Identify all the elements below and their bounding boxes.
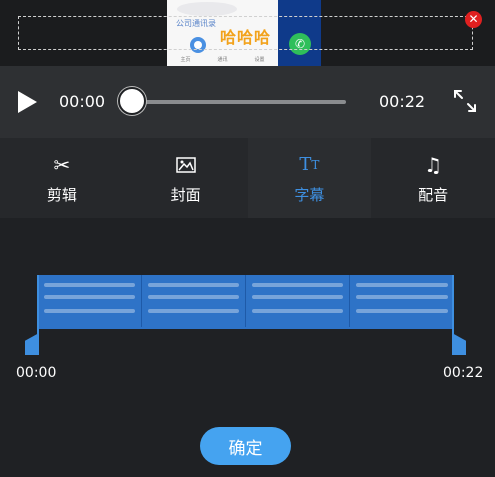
- trim-handle-end[interactable]: [452, 275, 466, 355]
- timeline-thumbnail: [350, 275, 454, 327]
- trim-handle-start[interactable]: [25, 275, 39, 355]
- subtitle-text[interactable]: 哈哈哈: [220, 24, 271, 48]
- tab-dubbing[interactable]: ♫ 配音: [371, 138, 495, 218]
- timeline-strip[interactable]: [38, 275, 454, 327]
- frame-tab: 通讯: [217, 57, 228, 63]
- frame-tab: 主页: [180, 57, 191, 63]
- video-preview[interactable]: 公司通讯录 主页 通讯 设置 ✆ 哈哈哈 ✕: [0, 0, 495, 66]
- tab-label: 剪辑: [46, 185, 77, 204]
- total-time: 00:22: [379, 92, 426, 111]
- timeline-end-time: 00:22: [443, 365, 484, 381]
- tab-cut[interactable]: ✂ 剪辑: [0, 138, 124, 218]
- fullscreen-icon[interactable]: [452, 88, 478, 114]
- progress-knob[interactable]: [118, 87, 146, 115]
- tab-cover[interactable]: 封面: [123, 138, 248, 218]
- frame-tab-bar: 主页 通讯 设置: [167, 56, 278, 63]
- timeline-thumbnail: [38, 275, 142, 327]
- timeline-thumbnail: [246, 275, 350, 327]
- text-icon: TT: [299, 154, 320, 175]
- scissors-icon: ✂: [53, 152, 71, 177]
- music-note-icon: ♫: [424, 152, 443, 177]
- current-time: 00:00: [59, 92, 106, 111]
- player-bar: 00:00 00:22: [0, 66, 495, 138]
- confirm-button[interactable]: 确定: [200, 427, 291, 465]
- tab-subtitle[interactable]: TT 字幕: [247, 138, 372, 218]
- frame-avatar-bar: [177, 2, 237, 16]
- edit-tabs: ✂ 剪辑 封面 TT 字幕 ♫ 配音: [0, 138, 495, 218]
- frame-tab: 设置: [254, 57, 265, 63]
- timeline-thumbnail: [142, 275, 246, 327]
- tab-label: 封面: [170, 185, 201, 204]
- image-icon: [175, 152, 196, 178]
- tab-label: 配音: [418, 185, 449, 204]
- tab-label: 字幕: [294, 185, 325, 204]
- timeline-start-time: 00:00: [16, 365, 57, 381]
- play-icon[interactable]: [16, 90, 38, 114]
- timeline-underline: [38, 327, 454, 329]
- close-icon[interactable]: ✕: [465, 11, 482, 28]
- progress-track[interactable]: [132, 100, 346, 104]
